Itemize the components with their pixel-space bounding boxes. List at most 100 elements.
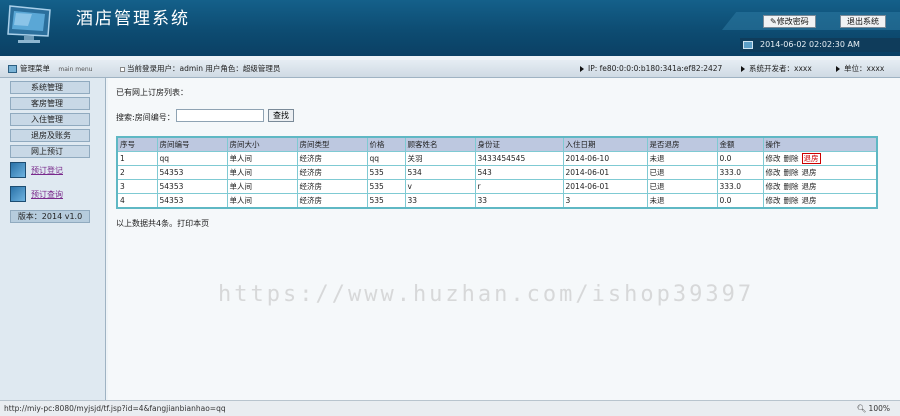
column-header: 房间大小	[226, 136, 298, 152]
datetime-text: 2014-06-02 02:02:30 AM	[760, 40, 860, 49]
booking-query-link[interactable]: 预订查询	[10, 186, 63, 202]
edit-link[interactable]: 修改	[766, 182, 781, 191]
checkout-link[interactable]: 退房	[802, 196, 817, 205]
table-cell: r	[474, 179, 564, 194]
delete-link[interactable]: 删除	[784, 154, 799, 163]
table-actions: 修改 删除 退房	[762, 151, 878, 166]
version-label: 版本：2014 v1.0	[10, 210, 90, 223]
table-cell: 2014-06-10	[562, 151, 648, 166]
table-cell: 33	[404, 193, 476, 209]
sidebar-item-online-booking[interactable]: 网上预订	[10, 145, 90, 158]
table-row: 2 54353 单人间 经济房 535 534 543 2014-06-01 已…	[116, 165, 878, 180]
table-cell: qq	[156, 151, 228, 166]
table-cell: 未退	[646, 193, 718, 209]
developer-text: 系统开发者：xxxx	[749, 64, 812, 73]
booking-table: 序号 房间编号 房间大小 房间类型 价格 顾客姓名 身份证 入住日期 是否退房 …	[116, 136, 878, 209]
table-cell: 543	[474, 165, 564, 180]
table-cell: 2014-06-01	[562, 179, 648, 194]
checkout-link[interactable]: 退房	[802, 182, 817, 191]
table-actions: 修改 删除 退房	[762, 179, 878, 194]
table-cell: 534	[404, 165, 476, 180]
table-cell: 单人间	[226, 151, 298, 166]
table-cell: 4	[116, 193, 158, 209]
table-cell: 3	[116, 179, 158, 194]
ip-group: IP: fe80:0:0:0:b180:341a:ef82:2427	[580, 60, 722, 78]
table-cell: 2014-06-01	[562, 165, 648, 180]
room-number-search-input[interactable]	[176, 109, 264, 122]
user-dot-icon	[120, 66, 125, 72]
table-actions: 修改 删除 退房	[762, 193, 878, 209]
sidebar-item-checkin[interactable]: 入住管理	[10, 113, 90, 126]
edit-link[interactable]: 修改	[766, 154, 781, 163]
column-header: 房间编号	[156, 136, 228, 152]
watermark-text: https://www.huzhan.com/ishop39397	[218, 282, 755, 307]
table-cell: 经济房	[296, 193, 368, 209]
developer-group: 系统开发者：xxxx	[741, 60, 812, 78]
table-row: 1 qq 单人间 经济房 qq 关羽 3433454545 2014-06-10…	[116, 151, 878, 166]
table-cell: 2	[116, 165, 158, 180]
table-cell: 3433454545	[474, 151, 564, 166]
arrow-right-icon	[580, 66, 584, 72]
app-header: 酒店管理系统 ✎修改密码 退出系统 2014-06-02 02:02:30 AM	[0, 0, 900, 56]
checkout-link[interactable]: 退房	[801, 153, 821, 164]
table-cell: 单人间	[226, 193, 298, 209]
zoom-level[interactable]: 🔍︎ 100%	[857, 401, 890, 416]
table-cell: 经济房	[296, 179, 368, 194]
table-cell: 535	[366, 179, 406, 194]
sidebar-item-checkout[interactable]: 退房及账务	[10, 129, 90, 142]
delete-link[interactable]: 删除	[784, 196, 799, 205]
booking-register-link[interactable]: 预订登记	[10, 162, 63, 178]
change-password-label: 修改密码	[776, 17, 809, 26]
booking-register-icon	[10, 162, 26, 178]
table-cell: 333.0	[716, 165, 764, 180]
column-header: 序号	[116, 136, 158, 152]
edit-link[interactable]: 修改	[766, 168, 781, 177]
delete-link[interactable]: 删除	[784, 168, 799, 177]
menu-subtitle: main menu	[58, 66, 93, 73]
sidebar: 系统管理 客房管理 入住管理 退房及账务 网上预订 预订登记 预订查询 版本：2…	[0, 78, 106, 400]
column-header: 金额	[716, 136, 764, 152]
table-actions: 修改 删除 退房	[762, 165, 878, 180]
checkout-link[interactable]: 退房	[802, 168, 817, 177]
list-caption: 已有网上订房列表：	[116, 88, 188, 97]
table-cell: 333.0	[716, 179, 764, 194]
table-cell: qq	[366, 151, 406, 166]
pencil-icon: ✎	[770, 17, 777, 26]
column-header: 操作	[762, 136, 878, 152]
table-cell: 3	[562, 193, 648, 209]
table-cell: 535	[366, 165, 406, 180]
magnifier-icon: 🔍︎	[856, 404, 869, 413]
table-cell: 0.0	[716, 151, 764, 166]
table-cell: 535	[366, 193, 406, 209]
change-password-button[interactable]: ✎修改密码	[763, 15, 816, 28]
arrow-right-icon	[836, 66, 840, 72]
edit-link[interactable]: 修改	[766, 196, 781, 205]
unit-text: 单位：xxxx	[844, 64, 885, 73]
menu-title: 管理菜单	[20, 64, 50, 73]
menu-title-group: 管理菜单 main menu	[8, 60, 92, 79]
browser-status-bar: http://miy-pc:8080/myjsjd/tf.jsp?id=4&fa…	[0, 400, 900, 416]
booking-register-label: 预订登记	[31, 165, 63, 175]
table-cell: v	[404, 179, 476, 194]
record-count-note: 以上数据共4条。打印本页	[116, 219, 210, 228]
column-header: 顾客姓名	[404, 136, 476, 152]
column-header: 身份证	[474, 136, 564, 152]
booking-query-icon	[10, 186, 26, 202]
table-row: 3 54353 单人间 经济房 535 v r 2014-06-01 已退 33…	[116, 179, 878, 194]
current-user-text: 当前登录用户：admin 用户角色：超级管理员	[127, 64, 281, 73]
delete-link[interactable]: 删除	[784, 182, 799, 191]
table-cell: 单人间	[226, 179, 298, 194]
arrow-right-icon	[741, 66, 745, 72]
column-header: 价格	[366, 136, 406, 152]
sidebar-item-system[interactable]: 系统管理	[10, 81, 90, 94]
zoom-value: 100%	[868, 404, 890, 413]
sidebar-item-rooms[interactable]: 客房管理	[10, 97, 90, 110]
monitor-logo-icon	[7, 5, 51, 43]
table-row: 4 54353 单人间 经济房 535 33 33 3 未退 0.0 修改 删除退…	[116, 193, 878, 209]
exit-system-button[interactable]: 退出系统	[840, 15, 886, 28]
table-cell: 已退	[646, 179, 718, 194]
table-cell: 54353	[156, 165, 228, 180]
table-cell: 经济房	[296, 165, 368, 180]
table-cell: 关羽	[404, 151, 476, 166]
search-button[interactable]: 查找	[268, 109, 294, 122]
